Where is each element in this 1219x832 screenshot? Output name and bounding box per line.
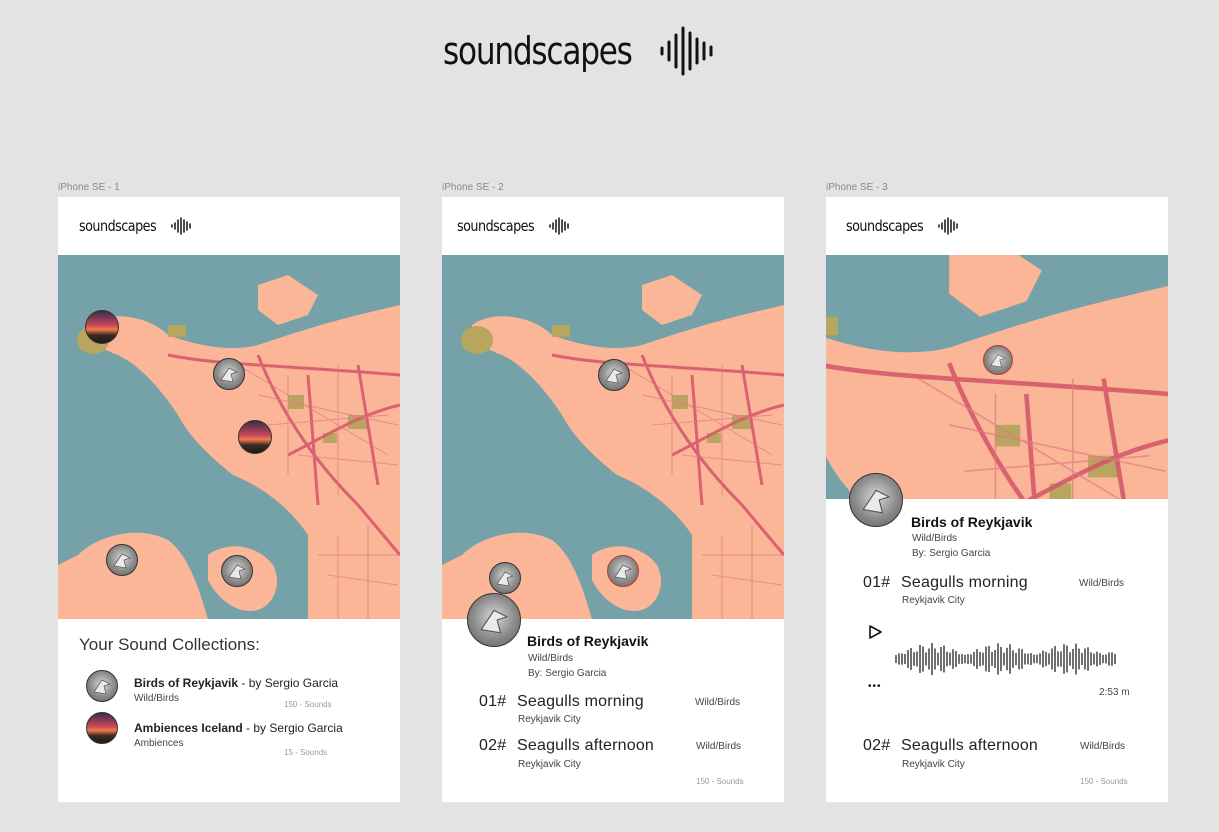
soundwave-icon [171,217,191,235]
map-pin-bird[interactable] [106,544,138,576]
collection-count: 150 - Sounds [696,777,744,786]
map-pin-bird-selected[interactable] [983,345,1013,375]
collection-avatar-large [467,593,521,647]
collection-author: By: Sergio Garcia [912,548,991,559]
track-category: Wild/Birds [1080,741,1126,752]
header-logo-wordmark: soundscapes [457,217,535,235]
track-location: Reykjavik City [518,759,581,770]
collection-title: Birds of Reykjavik [134,676,239,690]
collection-count: 15 - Sounds [284,748,328,757]
track-category: Wild/Birds [696,741,742,752]
map-pin-ambience[interactable] [238,420,272,454]
track-category: Wild/Birds [695,697,741,708]
artboard-label-3: iPhone SE - 3 [826,182,888,193]
bird-icon [93,679,111,695]
phone-screen-3: soundscapes Birds of Reykjavik Wild/Bird… [826,197,1168,802]
track-location: Reykjavik City [902,759,965,770]
collection-title: Birds of Reykjavik [911,514,1033,530]
map-pin-bird[interactable] [221,555,253,587]
phone-screen-2: soundscapes Birds of Reykjavik Wild/Bird… [442,197,784,802]
collection-avatar [86,670,118,702]
bird-icon [605,368,623,384]
track-category: Wild/Birds [1079,578,1125,589]
header-logo-wordmark: soundscapes [846,217,924,235]
track-location: Reykjavik City [518,714,581,725]
bird-icon [990,354,1007,368]
track-title: Seagulls afternoon [901,737,1039,754]
bird-icon [113,553,131,569]
track-number: 02# [479,737,507,754]
collection-category: Wild/Birds [912,533,958,544]
track-row[interactable]: 02# Seagulls afternoon Reykjavik City Wi… [479,737,759,773]
collection-category: Wild/Birds [528,653,574,664]
collection-category: Ambiences [134,738,184,749]
collection-category: Wild/Birds [134,693,180,704]
waveform-icon[interactable] [895,642,1117,676]
bird-icon [862,489,891,514]
bird-icon [480,609,509,634]
track-row-active[interactable]: 01# Seagulls morning Reykjavik City Wild… [863,574,1143,610]
collection-author: - by Sergio Garcia [238,676,339,690]
track-title: Seagulls morning [517,693,644,710]
bird-icon [228,564,246,580]
logo-wordmark: soundscapes [443,29,633,73]
artboard-label-1: iPhone SE - 1 [58,182,120,193]
bird-icon [220,367,238,383]
section-title: Your Sound Collections: [79,635,260,654]
track-row[interactable]: 01# Seagulls morning Reykjavik City Wild… [479,693,759,729]
soundwave-icon [660,26,713,76]
app-logo: soundscapes [443,26,715,76]
collection-count: 150 - Sounds [284,700,332,709]
soundwave-icon [549,217,569,235]
map-pin-bird[interactable] [489,562,521,594]
track-title: Seagulls afternoon [517,737,655,754]
map-view-zoomed[interactable] [826,255,1168,499]
app-header: soundscapes [826,197,1168,255]
phone-screen-1: soundscapes Your Sound Collections: Bird… [58,197,400,802]
map-pin-ambience[interactable] [85,310,119,344]
app-header: soundscapes [58,197,400,255]
collection-title: Birds of Reykjavik [527,633,649,649]
map-pin-bird[interactable] [598,359,630,391]
track-duration: 2:53 m [1099,687,1130,698]
app-header: soundscapes [442,197,784,255]
collection-title: Ambiences Iceland [134,721,243,735]
track-row[interactable]: 02# Seagulls afternoon Reykjavik City Wi… [863,737,1143,773]
collection-item[interactable]: Ambiences Iceland - by Sergio Garcia Amb… [86,712,386,758]
collection-count: 150 - Sounds [1080,777,1128,786]
collection-author: - by Sergio Garcia [242,721,343,735]
soundwave-icon [938,217,958,235]
track-number: 02# [863,737,891,754]
track-title: Seagulls morning [901,574,1028,591]
bird-icon [614,564,632,580]
collection-item[interactable]: Birds of Reykjavik - by Sergio Garcia Wi… [86,670,386,710]
bird-icon [496,571,514,587]
play-icon[interactable] [867,624,883,640]
collection-author: By: Sergio Garcia [528,668,607,679]
header-logo-wordmark: soundscapes [79,217,157,235]
track-number: 01# [479,693,507,710]
map-pin-bird-selected[interactable] [607,555,639,587]
collection-avatar [86,712,118,744]
more-icon[interactable]: ••• [868,681,882,692]
track-number: 01# [863,574,891,591]
map-pin-bird[interactable] [213,358,245,390]
track-location: Reykjavik City [902,595,965,606]
artboard-label-2: iPhone SE - 2 [442,182,504,193]
collection-avatar-large [849,473,903,527]
